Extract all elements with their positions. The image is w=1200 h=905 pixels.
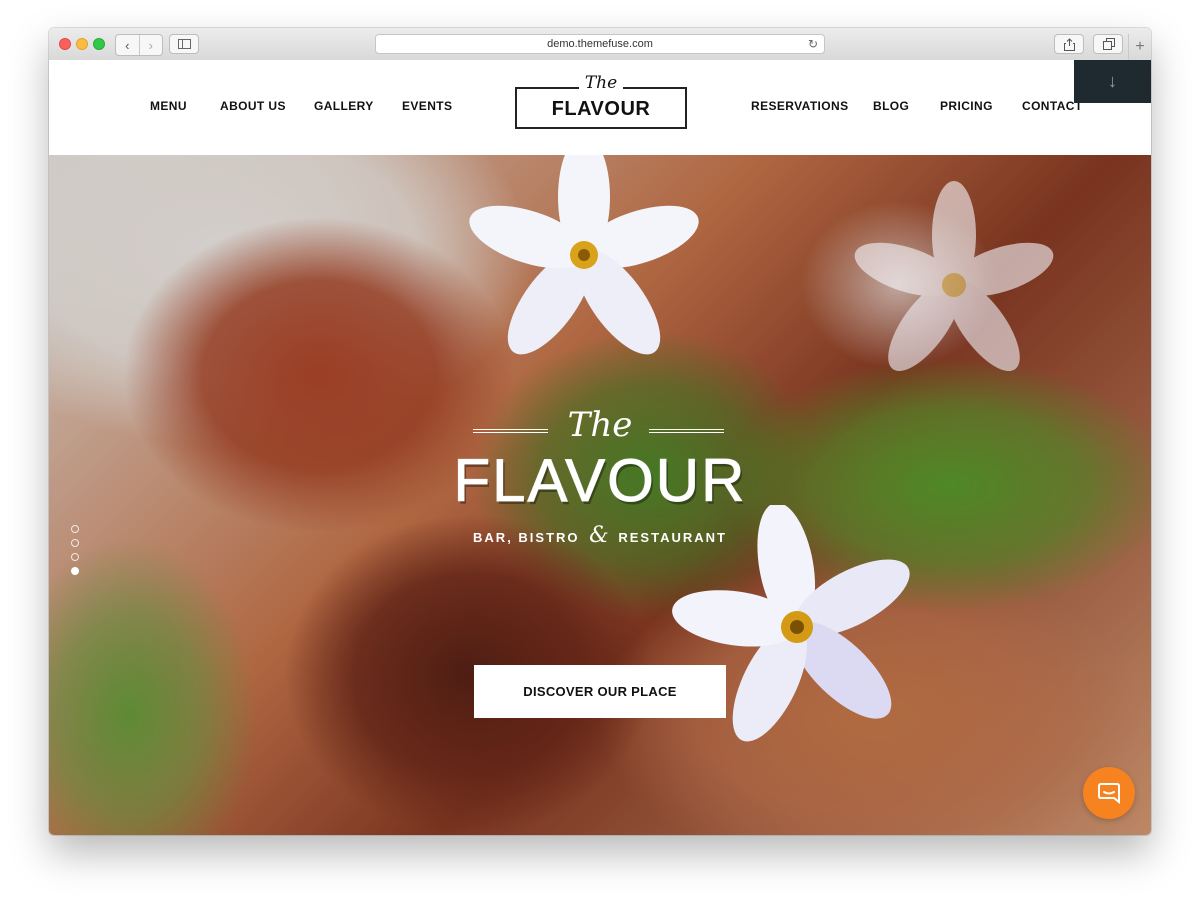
zoom-window-button[interactable] xyxy=(93,38,105,50)
nav-about-us[interactable]: ABOUT US xyxy=(220,99,286,113)
site-header: MENU ABOUT US GALLERY EVENTS The FLAVOUR… xyxy=(49,60,1151,155)
browser-window: ‹ › demo.themefuse.com ↻ + MENU ABOUT US… xyxy=(49,28,1151,835)
flower-image xyxy=(854,181,1054,372)
divider-line xyxy=(649,429,724,433)
slide-dot-active[interactable] xyxy=(71,567,79,575)
reload-icon[interactable]: ↻ xyxy=(808,35,818,53)
minimize-window-button[interactable] xyxy=(76,38,88,50)
tab-overview-button[interactable] xyxy=(1093,34,1123,54)
slide-dot[interactable] xyxy=(71,553,79,561)
nav-pricing[interactable]: PRICING xyxy=(940,99,993,113)
site-logo[interactable]: The FLAVOUR xyxy=(515,73,687,129)
flower-image xyxy=(469,155,699,355)
nav-events[interactable]: EVENTS xyxy=(402,99,452,113)
sidebar-icon xyxy=(178,39,191,49)
address-bar[interactable]: demo.themefuse.com ↻ xyxy=(375,34,825,54)
nav-blog[interactable]: BLOG xyxy=(873,99,909,113)
download-button[interactable]: ↓ xyxy=(1074,60,1151,103)
logo-script: The xyxy=(578,73,624,93)
chat-widget-button[interactable] xyxy=(1083,767,1135,819)
hero-subtitle-left: BAR, BISTRO xyxy=(473,530,580,545)
discover-button[interactable]: DISCOVER OUR PLACE xyxy=(474,665,726,718)
share-icon xyxy=(1064,38,1075,51)
hero-script: The xyxy=(567,405,633,445)
browser-toolbar: ‹ › demo.themefuse.com ↻ + xyxy=(49,28,1151,61)
arrow-down-icon: ↓ xyxy=(1108,71,1117,91)
divider-line xyxy=(473,429,548,433)
share-button[interactable] xyxy=(1054,34,1084,54)
nav-reservations[interactable]: RESERVATIONS xyxy=(751,99,848,113)
logo-name: FLAVOUR xyxy=(551,98,651,120)
hero-heading: The FLAVOUR BAR, BISTRO & RESTAURANT xyxy=(49,403,1151,548)
history-buttons: ‹ › xyxy=(115,34,163,56)
tabs-icon xyxy=(1103,38,1115,50)
hero-subtitle: BAR, BISTRO & RESTAURANT xyxy=(49,523,1151,548)
nav-gallery[interactable]: GALLERY xyxy=(314,99,374,113)
forward-icon[interactable]: › xyxy=(138,35,163,55)
chat-bubble-icon xyxy=(1098,783,1120,805)
close-window-button[interactable] xyxy=(59,38,71,50)
url-text: demo.themefuse.com xyxy=(547,38,653,50)
hero-title: FLAVOUR xyxy=(453,447,747,514)
back-icon[interactable]: ‹ xyxy=(116,35,139,55)
hero-slider: The FLAVOUR BAR, BISTRO & RESTAURANT DIS… xyxy=(49,155,1151,835)
sidebar-toggle-button[interactable] xyxy=(169,34,199,54)
hero-subtitle-right: RESTAURANT xyxy=(618,530,727,545)
hero-subtitle-amp: & xyxy=(589,523,609,548)
new-tab-button[interactable]: + xyxy=(1128,34,1151,60)
nav-menu[interactable]: MENU xyxy=(150,99,187,113)
